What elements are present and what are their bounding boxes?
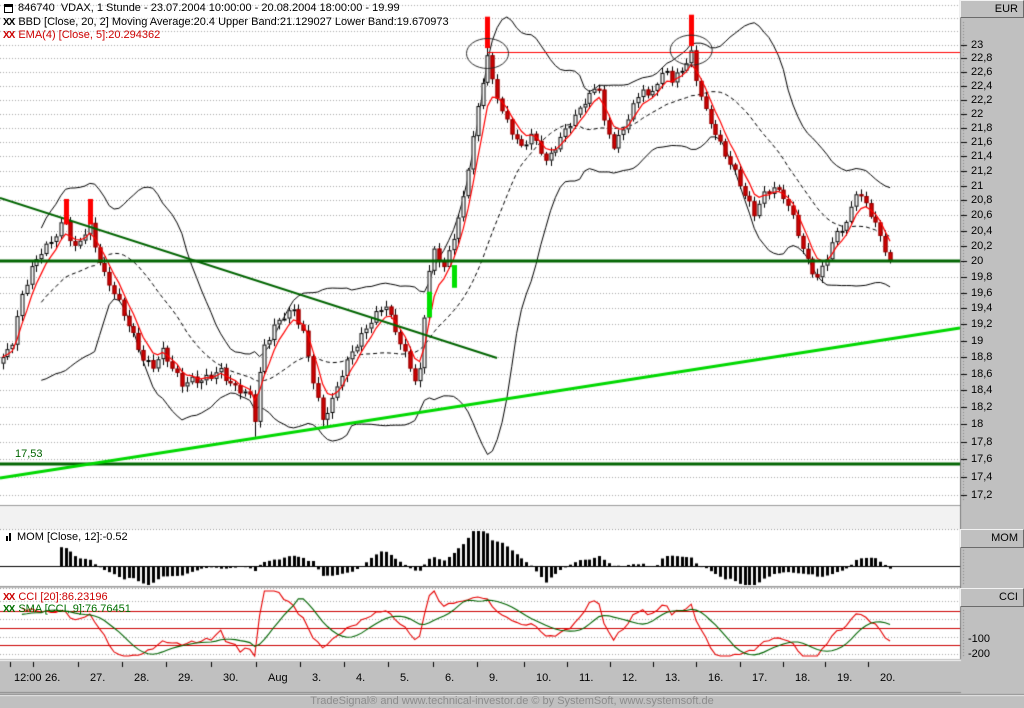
time-tick-label: 4. bbox=[356, 672, 366, 684]
cci-legend-text: CCI [20]:86.23196 bbox=[18, 591, 108, 603]
price-tick-label: 20,8 bbox=[971, 194, 993, 207]
price-tick-label: 18,6 bbox=[971, 367, 993, 380]
price-axis-header: EUR bbox=[960, 0, 1024, 18]
price-tick-label: 20 bbox=[971, 255, 984, 268]
indicator-icon-cci-sma: XX bbox=[3, 603, 15, 615]
price-tick-label: 22,6 bbox=[971, 65, 993, 78]
price-tick-label: 18,8 bbox=[971, 351, 993, 364]
price-tick-label: 17,6 bbox=[971, 453, 993, 466]
status-bar: TradeSignal® and www.technical-investor.… bbox=[0, 695, 1024, 708]
price-tick-label: 21,6 bbox=[971, 135, 993, 148]
cci-legend: XX CCI [20]:86.23196 bbox=[3, 591, 108, 603]
legend-ema: XX EMA(4) [Close, 5]:20.294362 bbox=[3, 29, 160, 41]
price-tick-label: 17,4 bbox=[971, 470, 993, 483]
time-tick-label: 3. bbox=[312, 672, 322, 684]
price-tick-label: 20,2 bbox=[971, 239, 993, 252]
level-label: 17,53 bbox=[15, 448, 43, 460]
indicator-icon-bbd: XX bbox=[3, 16, 15, 28]
price-tick-label: 20,4 bbox=[971, 224, 993, 237]
cci-sma-legend: XX SMA [CCI, 9]:76.76451 bbox=[3, 603, 131, 615]
time-tick-label: 29. bbox=[178, 672, 194, 684]
tradesignal-window: 846740 VDAX, 1 Stunde - 23.07.2004 10:00… bbox=[0, 0, 1024, 708]
time-tick-label: 9. bbox=[489, 672, 499, 684]
price-tick-label: 19,2 bbox=[971, 318, 993, 331]
time-tick-label: 10. bbox=[536, 672, 552, 684]
chart-canvas[interactable] bbox=[0, 0, 1024, 708]
window-icon bbox=[4, 3, 13, 13]
cci-sma-legend-text: SMA [CCI, 9]:76.76451 bbox=[18, 603, 131, 615]
price-tick-label: 22,4 bbox=[971, 79, 993, 92]
time-tick-label: 26. bbox=[45, 672, 61, 684]
time-tick-label: 28. bbox=[134, 672, 150, 684]
chart-title: 846740 VDAX, 1 Stunde - 23.07.2004 10:00… bbox=[18, 2, 400, 14]
histogram-icon bbox=[6, 533, 12, 541]
price-tick-label: 21,2 bbox=[971, 164, 993, 177]
time-tick-label: 16. bbox=[708, 672, 724, 684]
indicator-icon-cci: XX bbox=[3, 591, 15, 603]
price-tick-label: 21 bbox=[971, 179, 984, 192]
time-tick-label: 5. bbox=[400, 672, 410, 684]
price-tick-label: 19 bbox=[971, 334, 984, 347]
price-tick-label: 21,4 bbox=[971, 150, 993, 163]
time-tick-label: 27. bbox=[90, 672, 106, 684]
price-tick-label: 19,8 bbox=[971, 270, 993, 283]
legend-bbd: XX BBD [Close, 20, 2] Moving Average:20.… bbox=[3, 16, 449, 28]
time-tick-label: 18. bbox=[795, 672, 811, 684]
price-tick-label: 18,2 bbox=[971, 401, 993, 414]
price-tick-label: 17,2 bbox=[971, 488, 993, 501]
panel-splitter[interactable] bbox=[0, 506, 960, 528]
mom-axis-title: MOM bbox=[991, 532, 1018, 544]
time-tick-label: 20. bbox=[880, 672, 896, 684]
price-tick-label: 20,6 bbox=[971, 209, 993, 222]
time-tick-label: 11. bbox=[579, 672, 594, 684]
cci-tick-label: -200 bbox=[968, 648, 991, 660]
cci-tick-label: -100 bbox=[968, 633, 991, 645]
price-axis-title: EUR bbox=[994, 3, 1018, 15]
price-tick-label: 22,8 bbox=[971, 52, 993, 65]
time-tick-label: 12:00 bbox=[14, 672, 42, 684]
legend-ema-text: EMA(4) [Close, 5]:20.294362 bbox=[18, 29, 161, 41]
price-tick-label: 19,4 bbox=[971, 302, 993, 315]
price-tick-label: 21,8 bbox=[971, 121, 993, 134]
price-tick-label: 22 bbox=[971, 107, 984, 120]
time-tick-label: 30. bbox=[223, 672, 239, 684]
mom-legend: MOM [Close, 12]:-0.52 bbox=[4, 531, 128, 543]
legend-bbd-text: BBD [Close, 20, 2] Moving Average:20.4 U… bbox=[18, 16, 449, 28]
cci-axis-title: CCI bbox=[999, 591, 1018, 603]
chart-title-row: 846740 VDAX, 1 Stunde - 23.07.2004 10:00… bbox=[4, 2, 400, 14]
time-tick-label: 17. bbox=[752, 672, 768, 684]
price-tick-label: 22,2 bbox=[971, 93, 993, 106]
status-bar-text: TradeSignal® and www.technical-investor.… bbox=[310, 695, 714, 707]
price-tick-label: 19,6 bbox=[971, 286, 993, 299]
time-tick-label: 12. bbox=[622, 672, 638, 684]
mom-axis-header: MOM bbox=[960, 529, 1024, 548]
price-tick-label: 18 bbox=[971, 418, 984, 431]
time-tick-label: 13. bbox=[665, 672, 681, 684]
time-tick-label: 6. bbox=[445, 672, 455, 684]
time-tick-label: Aug bbox=[268, 672, 288, 684]
cci-axis-header: CCI bbox=[960, 588, 1024, 607]
price-tick-label: 18,4 bbox=[971, 384, 993, 397]
price-tick-label: 17,8 bbox=[971, 435, 993, 448]
indicator-icon-ema: XX bbox=[3, 29, 15, 41]
mom-legend-text: MOM [Close, 12]:-0.52 bbox=[17, 531, 128, 543]
price-tick-label: 23 bbox=[971, 38, 984, 51]
time-tick-label: 19. bbox=[837, 672, 853, 684]
